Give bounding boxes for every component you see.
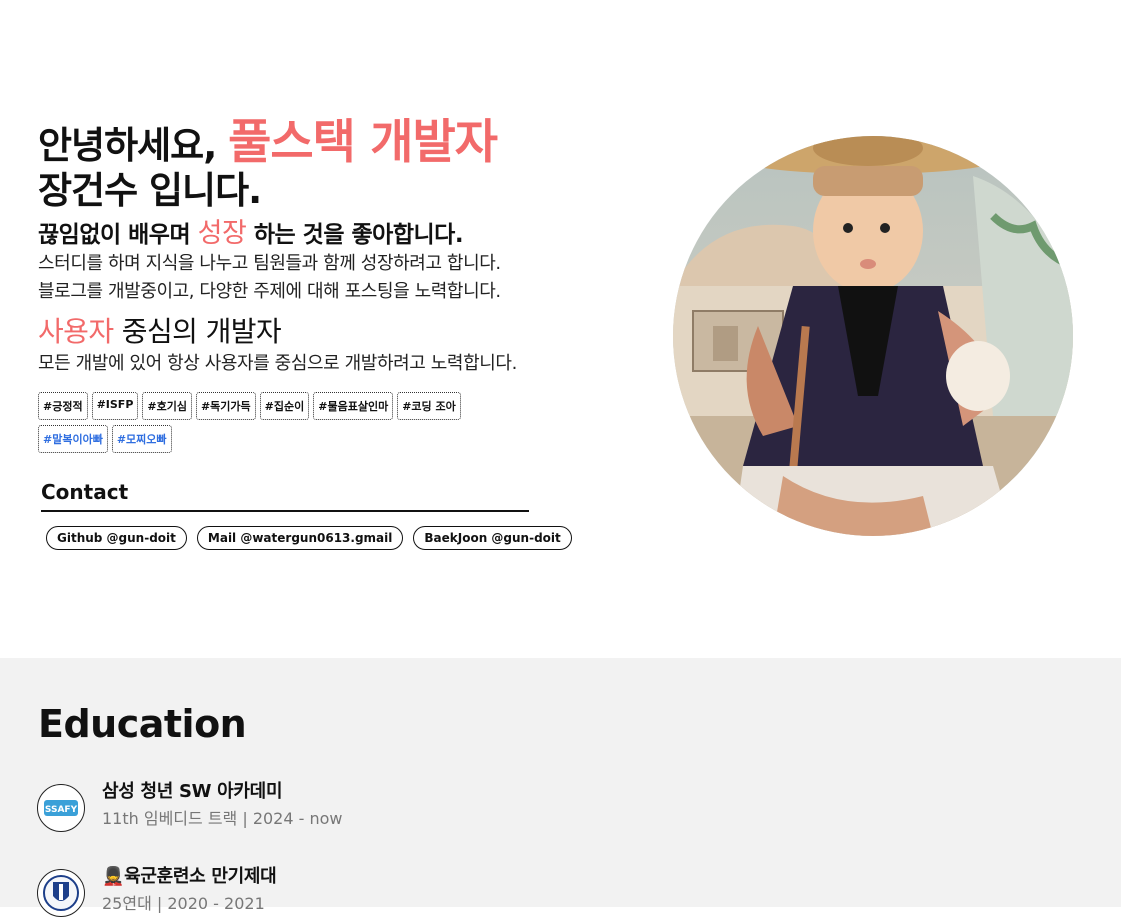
user-after: 중심의 개발자 [121, 315, 282, 348]
ssafy-logo-icon: SSAFY [44, 800, 78, 816]
tag: #ISFP [91, 392, 139, 420]
tag-list: #긍정적 #ISFP #호기심 #독기가득 #집순이 #물음표살인마 #코딩 조… [38, 392, 538, 458]
growth-line-1: 스터디를 하며 지식을 나누고 팀원들과 함께 성장하려고 합니다. [38, 253, 501, 274]
growth-after: 하는 것을 좋아합니다. [253, 222, 464, 248]
contact-title: Contact [41, 480, 529, 512]
education-title: Education [38, 702, 247, 746]
tag: #호기심 [142, 392, 192, 420]
greeting-heading: 안녕하세요, 풀스택 개발자 [38, 118, 638, 171]
education-item: SSAFY 삼성 청년 SW 아카데미 11th 임베디드 트랙 | 2024 … [37, 780, 343, 832]
ssafy-logo: SSAFY [37, 784, 85, 832]
growth-line-2: 블로그를 개발중이고, 다양한 주제에 대해 포스팅을 노력합니다. [38, 281, 501, 302]
tag-link[interactable]: #모찌오빠 [111, 425, 172, 453]
ssafy-logo-text: SSAFY [45, 805, 78, 815]
growth-before: 끊임없이 배우며 [38, 222, 191, 248]
education-item: 💂육군훈련소 만기제대 25연대 | 2020 - 2021 [37, 865, 277, 917]
name-heading: 장건수 입니다. [38, 169, 262, 212]
education-section: Education SSAFY 삼성 청년 SW 아카데미 11th 임베디드 … [0, 658, 1121, 917]
tag: #코딩 조아 [397, 392, 461, 420]
greeting-text: 안녕하세요, [38, 124, 217, 167]
mail-link[interactable]: Mail @watergun0613.gmail [196, 526, 404, 550]
army-logo [37, 869, 85, 917]
tag: #물음표살인마 [313, 392, 394, 420]
education-name: 💂육군훈련소 만기제대 [102, 866, 277, 887]
intro: 안녕하세요, 풀스택 개발자 장건수 입니다. 끊임없이 배우며 성장 하는 것… [38, 118, 638, 550]
growth-keyword: 성장 [197, 218, 247, 249]
profile-photo [673, 136, 1073, 536]
education-detail: 25연대 | 2020 - 2021 [102, 894, 265, 913]
tag: #독기가득 [195, 392, 256, 420]
github-link[interactable]: Github @gun-doit [46, 526, 187, 550]
user-heading: 사용자 중심의 개발자 [38, 314, 638, 350]
growth-heading: 끊임없이 배우며 성장 하는 것을 좋아합니다. [38, 219, 638, 250]
tag-link[interactable]: #말복이아빠 [38, 425, 108, 453]
tag: #긍정적 [38, 392, 88, 420]
hero-section: 안녕하세요, 풀스택 개발자 장건수 입니다. 끊임없이 배우며 성장 하는 것… [0, 0, 1121, 658]
education-text: 삼성 청년 SW 아카데미 11th 임베디드 트랙 | 2024 - now [102, 780, 343, 830]
tag: #집순이 [259, 392, 310, 420]
contact-links: Github @gun-doit Mail @watergun0613.gmai… [46, 526, 572, 550]
profile-photo-illustration [673, 136, 1073, 536]
contact-section: Contact Github @gun-doit Mail @watergun0… [41, 480, 572, 550]
army-emblem-icon [43, 875, 79, 911]
user-line: 모든 개발에 있어 항상 사용자를 중심으로 개발하려고 노력합니다. [38, 353, 517, 374]
education-name: 삼성 청년 SW 아카데미 [102, 781, 283, 802]
education-text: 💂육군훈련소 만기제대 25연대 | 2020 - 2021 [102, 865, 277, 915]
baekjoon-link[interactable]: BaekJoon @gun-doit [413, 526, 572, 550]
education-detail: 11th 임베디드 트랙 | 2024 - now [102, 809, 343, 828]
role-highlight: 풀스택 개발자 [228, 115, 498, 170]
user-keyword: 사용자 [38, 315, 114, 348]
